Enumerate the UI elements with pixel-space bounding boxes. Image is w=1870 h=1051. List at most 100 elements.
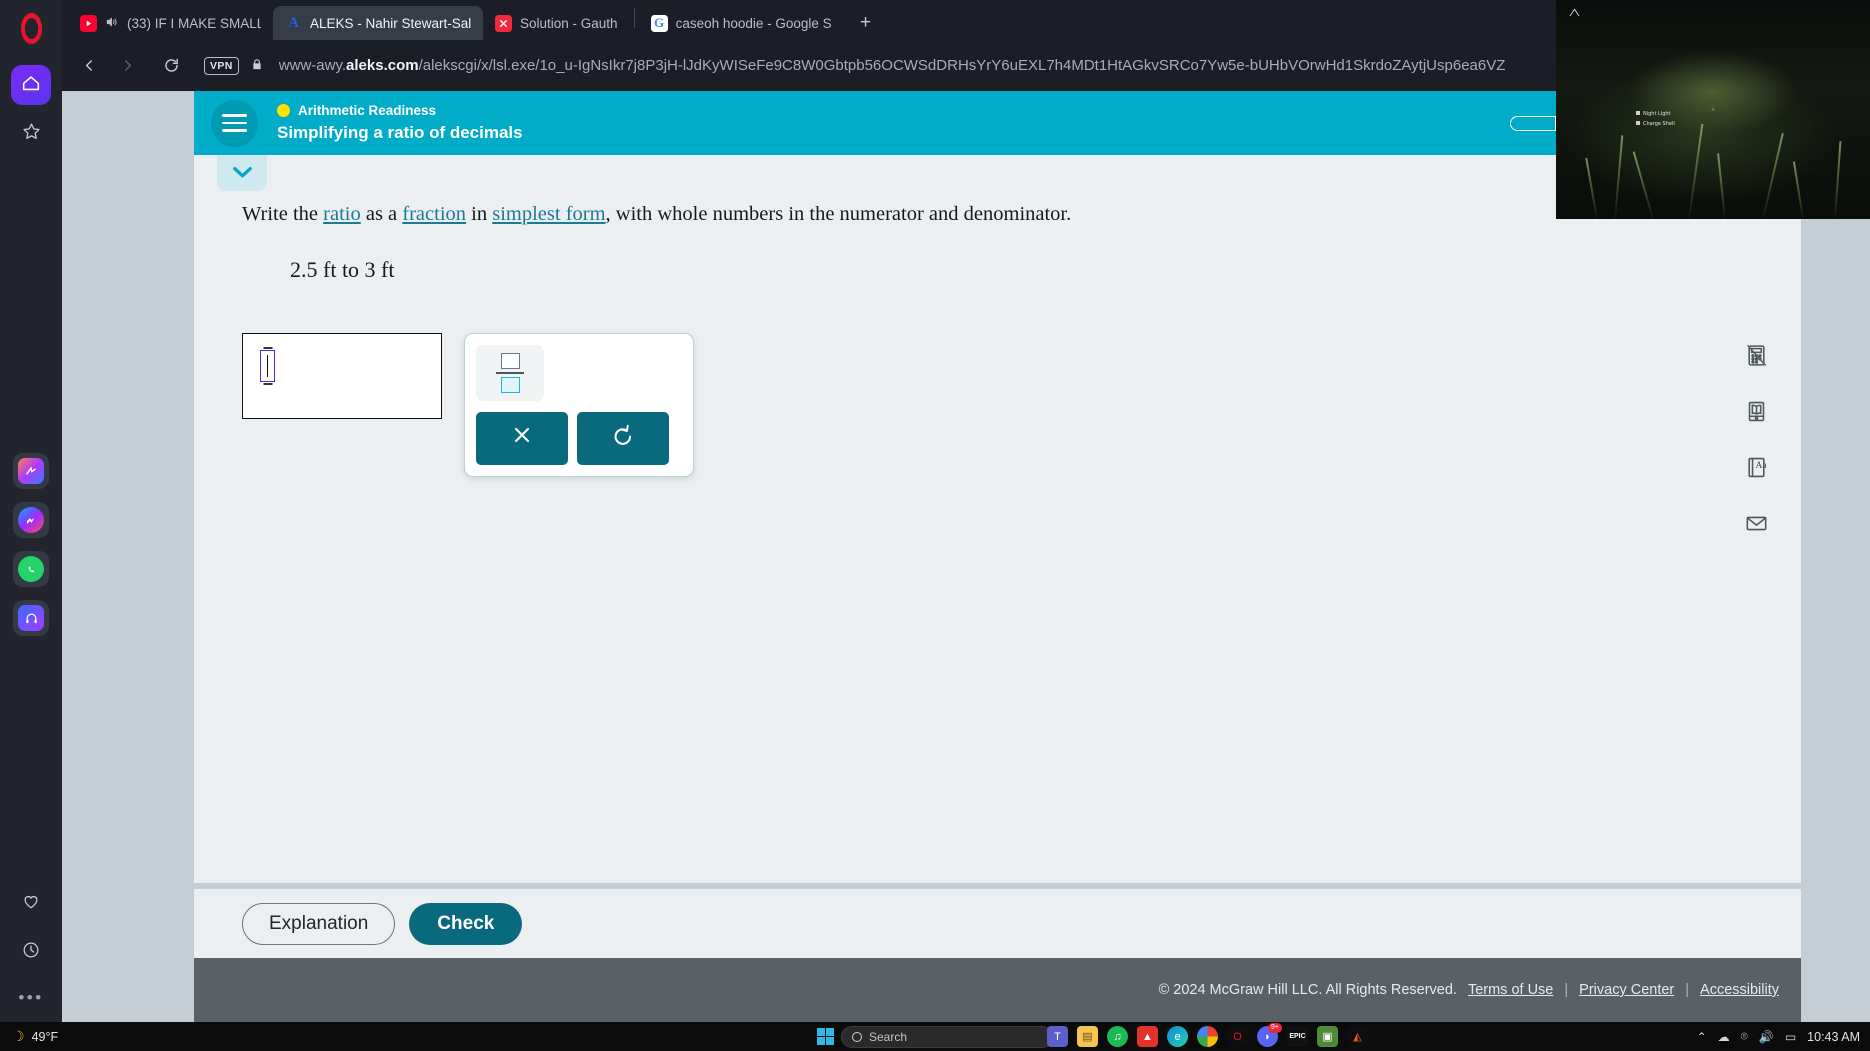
tab-title: caseoh hoodie - Google S <box>675 15 832 31</box>
adobe-icon[interactable]: ▲ <box>1137 1026 1158 1047</box>
sidebar-more-button[interactable]: ••• <box>18 988 43 1008</box>
opera-icon[interactable]: O <box>1227 1026 1248 1047</box>
new-tab-button[interactable]: + <box>852 9 880 37</box>
windows-start-button[interactable] <box>817 1028 834 1045</box>
glossary-link-simplest-form[interactable]: simplest form <box>492 203 605 225</box>
search-icon <box>852 1031 862 1042</box>
forward-button[interactable] <box>110 49 144 83</box>
hamburger-icon-bar <box>222 114 247 117</box>
spotify-icon[interactable]: ♫ <box>1107 1026 1128 1047</box>
start-icon-tile <box>817 1037 825 1045</box>
chrome-icon[interactable] <box>1197 1026 1218 1047</box>
home-icon <box>20 72 42 99</box>
check-button[interactable]: Check <box>409 902 523 945</box>
picture-in-picture-icon[interactable] <box>1568 6 1581 22</box>
padlock-icon[interactable] <box>250 57 264 75</box>
reference-button[interactable] <box>1733 391 1779 437</box>
menu-button[interactable] <box>211 99 258 147</box>
back-arrow-icon <box>85 60 92 71</box>
notification-badge: 9+ <box>1268 1023 1282 1033</box>
undo-icon <box>610 422 636 455</box>
header-text: Arithmetic Readiness Simplifying a ratio… <box>277 103 523 143</box>
brave-icon[interactable]: ◭ <box>1347 1026 1368 1047</box>
youtube-icon <box>80 14 97 32</box>
aleks-app: Arithmetic Readiness Simplifying a ratio… <box>194 91 1801 1022</box>
star-icon <box>21 121 42 147</box>
onedrive-icon[interactable]: ☁ <box>1718 1030 1730 1044</box>
explanation-button[interactable]: Explanation <box>242 902 396 945</box>
wifi-icon[interactable]: ⌾ <box>1741 1029 1748 1044</box>
clear-button[interactable] <box>476 412 568 465</box>
start-icon-tile <box>826 1028 834 1036</box>
undo-button[interactable] <box>577 412 669 465</box>
show-hidden-icon[interactable]: ⌃ <box>1697 1030 1707 1044</box>
keypad-action-row <box>476 412 682 465</box>
minecraft-icon[interactable]: ▣ <box>1317 1026 1338 1047</box>
google-icon: G <box>650 14 668 32</box>
aleks-icon: A <box>288 14 299 31</box>
sidebar-app-whatsapp[interactable] <box>13 551 49 587</box>
sidebar-item-pinboards[interactable] <box>11 883 51 923</box>
hamburger-icon-bar <box>222 121 247 125</box>
tab-title: ALEKS - Nahir Stewart-Sali <box>310 15 471 31</box>
start-icon-tile <box>817 1028 825 1036</box>
tab-separator <box>633 8 635 28</box>
reload-button[interactable] <box>154 49 188 83</box>
tool-rail: Aa <box>1733 335 1779 549</box>
opera-logo[interactable] <box>0 0 62 56</box>
sidebar-item-favorites[interactable] <box>11 114 51 154</box>
taskbar-search-input[interactable]: Search <box>841 1025 1053 1048</box>
accessibility-link[interactable]: Accessibility <box>1700 982 1779 998</box>
vpn-badge[interactable]: VPN <box>204 56 239 75</box>
messenger-icon <box>18 507 44 533</box>
terms-of-use-link[interactable]: Terms of Use <box>1468 982 1553 998</box>
volume-icon[interactable]: 🔊 <box>1759 1030 1774 1044</box>
calculator-button[interactable] <box>1733 335 1779 381</box>
edge-icon[interactable]: e <box>1167 1026 1188 1047</box>
epic-games-icon[interactable]: EPIC <box>1287 1026 1308 1047</box>
sidebar-item-history[interactable] <box>11 932 51 972</box>
file-explorer-icon[interactable]: ▤ <box>1077 1026 1098 1047</box>
lock-glyph <box>253 58 261 69</box>
teams-icon[interactable]: T <box>1047 1026 1068 1047</box>
calculator-disabled-icon <box>1744 343 1769 373</box>
discord-icon[interactable]: ◗ 9+ <box>1257 1023 1282 1047</box>
math-input-cell[interactable] <box>260 347 275 385</box>
sidebar-app-aria-ai[interactable] <box>13 453 49 489</box>
reload-icon <box>164 58 178 72</box>
course-label-row: Arithmetic Readiness <box>277 103 523 118</box>
back-button[interactable] <box>72 49 106 83</box>
fraction-template-button[interactable] <box>476 345 544 401</box>
video-hud: Night Light Charge Shell <box>1636 110 1675 129</box>
dictionary-button[interactable]: Aa <box>1733 447 1779 493</box>
tab-gauth[interactable]: Solution - Gauth <box>483 6 630 40</box>
battery-icon[interactable]: ▭ <box>1785 1030 1796 1044</box>
copyright-text: © 2024 McGraw Hill LLC. All Rights Reser… <box>1158 982 1457 998</box>
picture-in-picture-video[interactable]: Night Light Charge Shell + <box>1556 0 1870 219</box>
message-button[interactable] <box>1733 503 1779 549</box>
sidebar-item-home[interactable] <box>11 65 51 105</box>
fraction-denominator-box-icon <box>500 377 520 393</box>
aria-ai-icon <box>18 458 44 484</box>
glossary-link-fraction[interactable]: fraction <box>402 203 466 225</box>
tab-aleks[interactable]: A ALEKS - Nahir Stewart-Sali <box>273 6 483 40</box>
glossary-link-ratio[interactable]: ratio <box>323 203 361 225</box>
page-title: Simplifying a ratio of decimals <box>277 123 523 142</box>
taskbar-clock[interactable]: 10:43 AM <box>1807 1030 1860 1044</box>
sidebar-app-messenger[interactable] <box>13 502 49 538</box>
cell-tick-bottom <box>263 383 272 385</box>
close-icon <box>509 422 535 455</box>
math-keypad <box>464 333 694 477</box>
answer-input[interactable] <box>242 333 442 419</box>
tab-google-search[interactable]: G caseoh hoodie - Google S <box>639 6 844 40</box>
tab-youtube[interactable]: (33) IF I MAKE SMALL S <box>68 6 273 40</box>
fraction-numerator-box-icon <box>500 353 520 369</box>
progress-segment <box>1510 115 1557 131</box>
speaker-icon[interactable] <box>105 15 119 32</box>
hud-line-2: Charge Shell <box>1643 120 1675 127</box>
weather-widget[interactable]: ☽ 49°F <box>0 1028 58 1045</box>
opera-logo-icon <box>20 12 42 44</box>
status-dot-icon <box>277 104 290 117</box>
sidebar-app-music-player[interactable] <box>13 600 49 636</box>
privacy-center-link[interactable]: Privacy Center <box>1579 982 1674 998</box>
